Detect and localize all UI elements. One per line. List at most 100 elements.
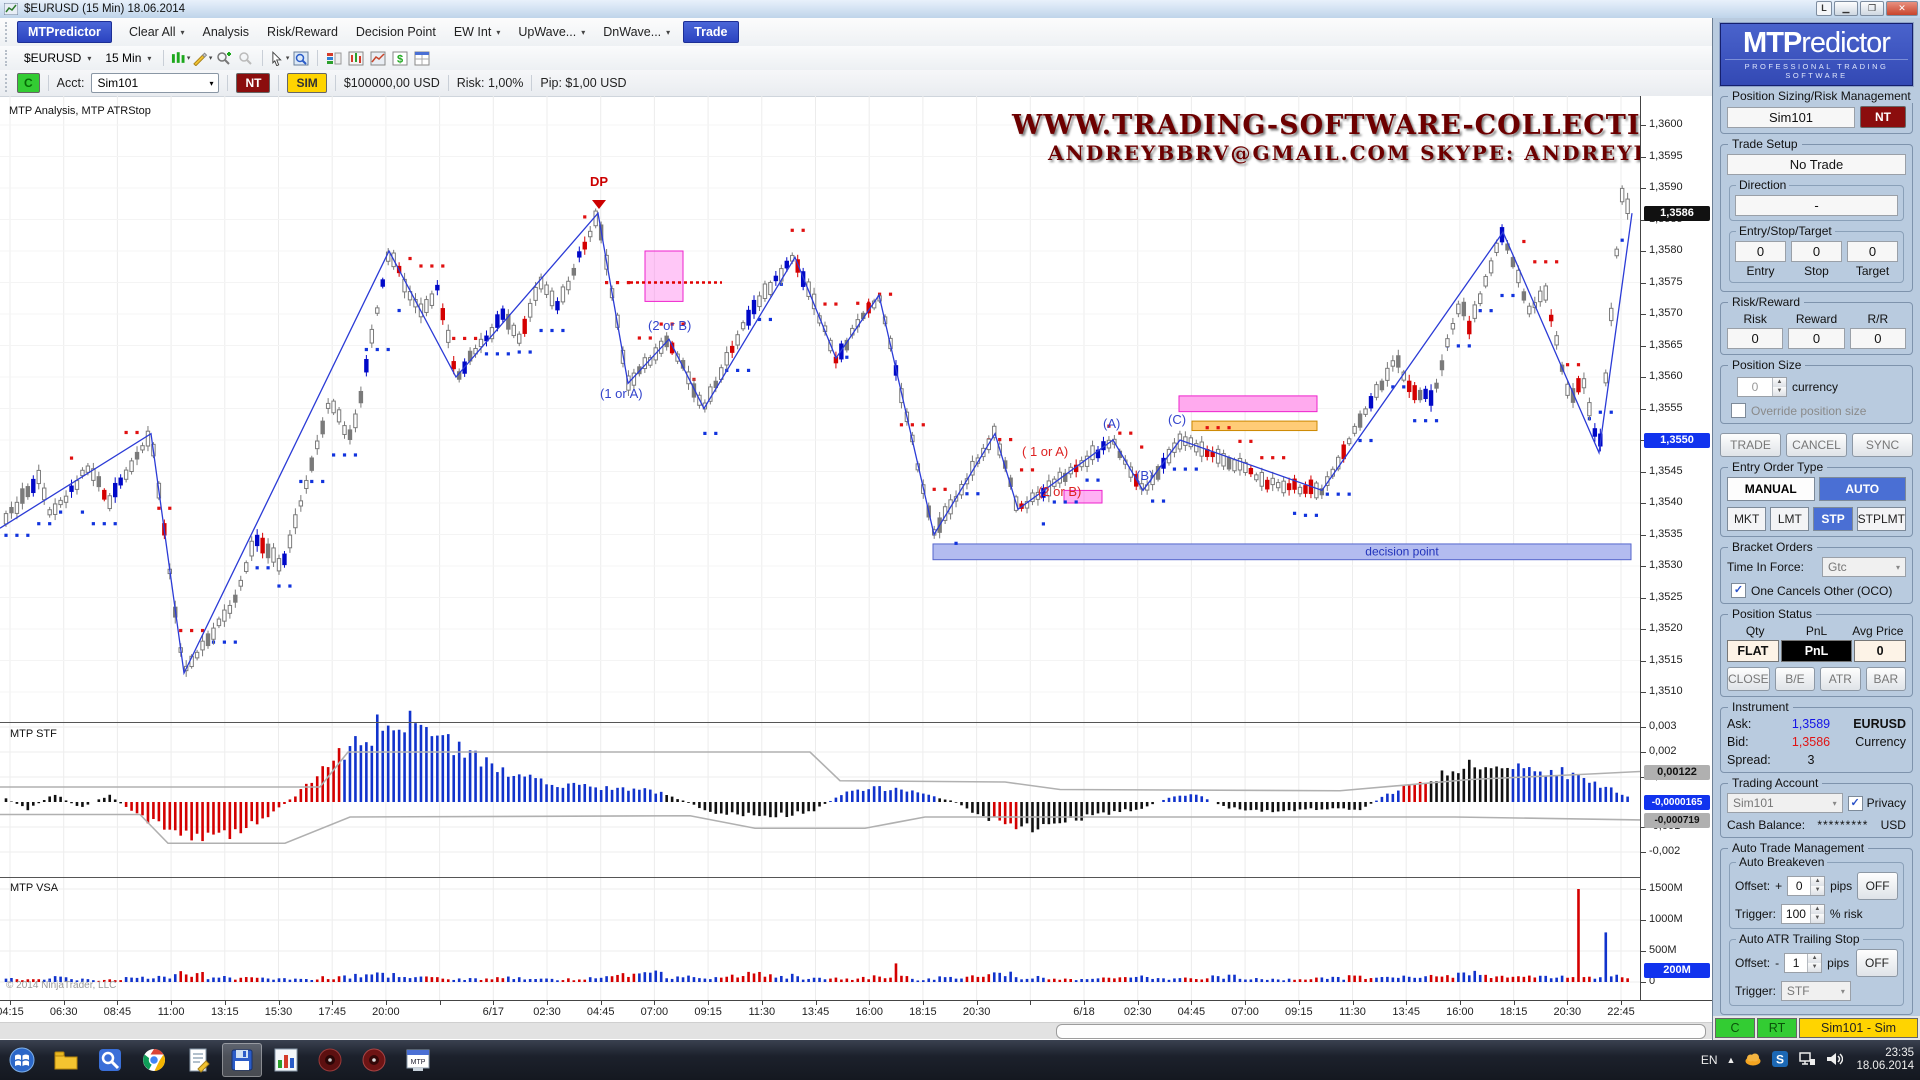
explorer-folder-icon[interactable] — [46, 1043, 86, 1077]
spin-up-icon[interactable]: ▲ — [1811, 877, 1824, 886]
menu-risk-reward[interactable]: Risk/Reward — [258, 21, 347, 43]
wave-label: DP — [590, 174, 608, 189]
layout-button[interactable]: L — [1816, 1, 1832, 16]
position-size-spinner[interactable]: 0▲▼ — [1737, 377, 1787, 397]
chart-app-icon[interactable] — [266, 1043, 306, 1077]
dollar-button[interactable]: $ — [389, 49, 411, 68]
menu-ew-int[interactable]: EW Int▾ — [445, 21, 510, 43]
override-checkbox[interactable]: ✓ — [1731, 403, 1746, 418]
stp-button[interactable]: STP — [1813, 507, 1852, 531]
menu-decision-point[interactable]: Decision Point — [347, 21, 445, 43]
drawing-tools-button[interactable]: ▾ — [191, 49, 213, 68]
breakeven-button[interactable]: B/E — [1775, 667, 1815, 691]
chrome-icon[interactable] — [134, 1043, 174, 1077]
spin-down-icon[interactable]: ▼ — [1811, 886, 1824, 895]
chevron-down-icon: ▾ — [581, 28, 585, 37]
spin-down-icon[interactable]: ▼ — [1773, 387, 1786, 396]
account-field[interactable]: Sim101 — [1727, 107, 1855, 128]
lmt-button[interactable]: LMT — [1770, 507, 1809, 531]
stop-field[interactable]: 0 — [1791, 241, 1842, 262]
network-icon[interactable] — [1798, 1050, 1816, 1071]
cursor-tool-button[interactable]: ▾ — [268, 49, 290, 68]
instrument-selector[interactable]: $EURUSD▾ — [17, 49, 98, 67]
scrollbar-thumb[interactable] — [1056, 1024, 1706, 1039]
minimize-button[interactable]: ▁ — [1834, 1, 1858, 16]
chart-scrollbar[interactable] — [0, 1022, 1712, 1039]
order-grid-button[interactable] — [411, 49, 433, 68]
language-indicator[interactable]: EN — [1701, 1053, 1718, 1067]
account-select[interactable]: Sim101▾ — [91, 73, 219, 93]
price-chart-canvas[interactable]: decision point — [0, 96, 1640, 1000]
entry-field[interactable]: 0 — [1735, 241, 1786, 262]
taskbar-clock[interactable]: 23:35 18.06.2014 — [1856, 1047, 1914, 1073]
close-position-button[interactable]: CLOSE — [1727, 667, 1770, 691]
spin-up-icon[interactable]: ▲ — [1773, 378, 1786, 387]
start-button[interactable] — [2, 1043, 42, 1077]
be-trigger-spinner[interactable]: 100▲▼ — [1781, 904, 1825, 924]
menu-trade[interactable]: Trade — [683, 21, 738, 43]
privacy-checkbox[interactable]: ✓ — [1848, 796, 1863, 811]
rr-label: R/R — [1850, 312, 1906, 326]
chart-trader-button[interactable] — [345, 49, 367, 68]
menu-clear-all[interactable]: Clear All▾ — [120, 21, 194, 43]
cloud-icon[interactable] — [1744, 1050, 1762, 1071]
media-app-icon-1[interactable] — [310, 1043, 350, 1077]
save-app-icon[interactable] — [222, 1043, 262, 1077]
axis-tick — [332, 1001, 333, 1005]
search-app-icon[interactable] — [90, 1043, 130, 1077]
atr-off-button[interactable]: OFF — [1856, 949, 1898, 977]
spin-down-icon[interactable]: ▼ — [1808, 963, 1821, 972]
atr-button[interactable]: ATR — [1820, 667, 1860, 691]
target-field[interactable]: 0 — [1847, 241, 1898, 262]
stf-pane-label: MTP STF — [10, 728, 57, 740]
price-axis[interactable]: 1,36001,35951,35901,35851,35801,35751,35… — [1640, 96, 1713, 1000]
sync-button[interactable]: SYNC — [1852, 433, 1913, 457]
spin-up-icon[interactable]: ▲ — [1811, 905, 1824, 914]
mkt-button[interactable]: MKT — [1727, 507, 1766, 531]
volume-icon[interactable] — [1825, 1050, 1843, 1071]
cancel-button[interactable]: CANCEL — [1786, 433, 1847, 457]
menu-analysis[interactable]: Analysis — [194, 21, 259, 43]
manual-button[interactable]: MANUAL — [1727, 477, 1815, 501]
media-app-icon-2[interactable] — [354, 1043, 394, 1077]
close-button[interactable]: ✕ — [1886, 1, 1918, 16]
tif-select[interactable]: Gtc▾ — [1822, 557, 1906, 577]
price-axis-label: 1,3590 — [1649, 181, 1683, 193]
auto-button[interactable]: AUTO — [1819, 477, 1907, 501]
axis-tick — [601, 1001, 602, 1005]
be-offset-spinner[interactable]: 0▲▼ — [1787, 876, 1825, 896]
interval-selector[interactable]: 15 Min▾ — [98, 49, 158, 67]
show-hidden-icons-button[interactable]: ▲ — [1727, 1055, 1736, 1065]
chart-style-button[interactable]: ▾ — [169, 49, 191, 68]
zoom-in-button[interactable] — [213, 49, 235, 68]
spin-up-icon[interactable]: ▲ — [1808, 954, 1821, 963]
chart-type-button[interactable] — [367, 49, 389, 68]
atr-trigger-select[interactable]: STF▾ — [1781, 981, 1851, 1001]
price-axis-label: 1,3575 — [1649, 276, 1683, 288]
maximize-button[interactable]: ❐ — [1860, 1, 1884, 16]
time-axis[interactable]: 04:1506:3008:4511:0013:1515:3017:4520:00… — [0, 1000, 1712, 1023]
spin-down-icon[interactable]: ▼ — [1811, 914, 1824, 923]
menu-mtpredictor[interactable]: MTPredictor — [17, 21, 112, 43]
menu-dnwave[interactable]: DnWave...▾ — [594, 21, 679, 43]
time-axis-label: 04:45 — [573, 1006, 629, 1018]
trading-account-select[interactable]: Sim101▾ — [1727, 793, 1843, 813]
atr-offset-spinner[interactable]: 1▲▼ — [1784, 953, 1822, 973]
time-axis-label: 6/18 — [1056, 1006, 1112, 1018]
bar-button[interactable]: BAR — [1866, 667, 1906, 691]
notepad-icon[interactable] — [178, 1043, 218, 1077]
axis-tick — [869, 1001, 870, 1005]
trade-button[interactable]: TRADE — [1720, 433, 1781, 457]
be-off-button[interactable]: OFF — [1857, 872, 1898, 900]
zoom-out-button[interactable] — [235, 49, 257, 68]
market-analyzer-button[interactable] — [323, 49, 345, 68]
atr-trigger-label: Trigger: — [1735, 984, 1776, 998]
bid-label: Bid: — [1727, 735, 1779, 749]
menu-upwave[interactable]: UpWave...▾ — [509, 21, 594, 43]
skype-icon[interactable]: S — [1771, 1050, 1789, 1071]
axis-tick — [440, 1001, 441, 1005]
data-window-button[interactable] — [290, 49, 312, 68]
mtp-app-icon[interactable]: MTP — [398, 1043, 438, 1077]
stplmt-button[interactable]: STPLMT — [1857, 507, 1906, 531]
oco-checkbox[interactable]: ✓ — [1731, 583, 1746, 598]
